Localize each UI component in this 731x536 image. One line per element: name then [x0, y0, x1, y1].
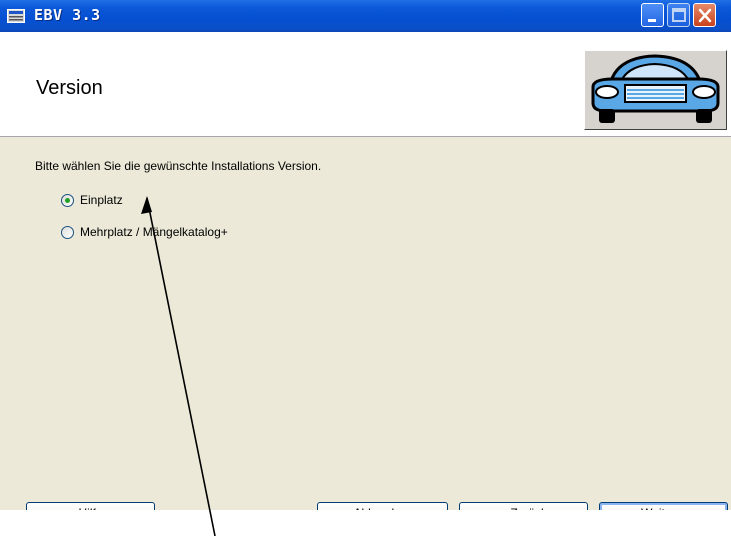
minimize-button[interactable] — [641, 3, 664, 27]
back-button[interactable]: < Zurück — [459, 502, 588, 510]
installer-window: EBV 3.3 Version Bitte wählen Sie die gew… — [0, 0, 731, 510]
title-bar[interactable]: EBV 3.3 — [0, 0, 731, 32]
cancel-button[interactable]: Abbrechen — [317, 502, 448, 510]
maximize-button[interactable] — [667, 3, 690, 27]
page-title: Version — [36, 77, 103, 99]
close-icon — [698, 8, 712, 23]
wizard-header: Version — [0, 32, 731, 137]
instruction-text: Bitte wählen Sie die gewünschte Installa… — [35, 159, 322, 173]
help-button[interactable]: Hilfe — [26, 502, 155, 510]
car-logo — [584, 50, 727, 130]
window-title: EBV 3.3 — [34, 6, 101, 24]
close-button[interactable] — [693, 3, 716, 27]
option-label[interactable]: Mehrplatz / Mängelkatalog+ — [80, 225, 228, 239]
minimize-icon — [648, 19, 656, 22]
next-button[interactable]: Weiter > — [599, 502, 728, 510]
wizard-body: Bitte wählen Sie die gewünschte Installa… — [0, 137, 731, 510]
car-icon — [591, 54, 720, 123]
radio-button[interactable] — [61, 226, 74, 239]
maximize-icon — [672, 8, 686, 22]
app-window-icon — [7, 8, 25, 23]
radio-button-selected[interactable] — [61, 194, 74, 207]
option-label[interactable]: Einplatz — [80, 193, 123, 207]
